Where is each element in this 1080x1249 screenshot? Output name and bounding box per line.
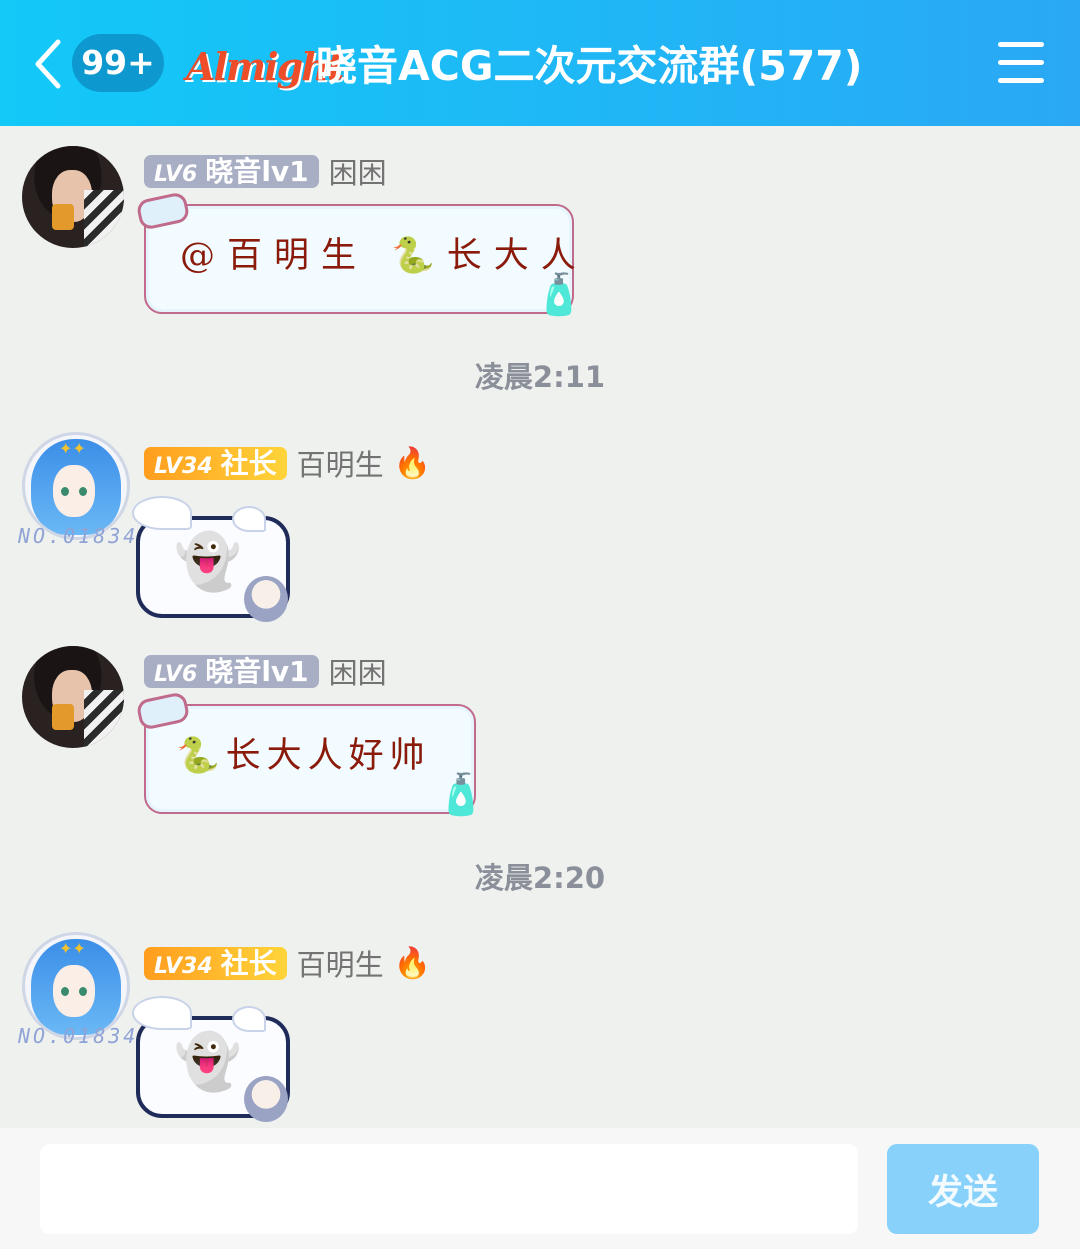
bath-decoration-icon: 🧴 bbox=[436, 772, 486, 818]
menu-icon[interactable] bbox=[998, 42, 1044, 84]
group-logo: Almight bbox=[186, 44, 344, 89]
sender-meta: LV34 社长 百明生 🔥 bbox=[144, 942, 431, 982]
ghost-emoji: 👻 bbox=[174, 530, 242, 593]
sender-nickname[interactable]: 百明生 bbox=[297, 442, 384, 484]
avatar-frame-number: NO.01834 bbox=[18, 524, 139, 548]
level-badge: LV6 晓音lv1 bbox=[144, 654, 319, 688]
wing-decoration bbox=[232, 506, 266, 532]
bath-decoration-icon: 🧴 bbox=[534, 272, 584, 318]
message-bubble[interactable]: 👻 bbox=[132, 496, 290, 622]
level-badge: LV34 社长 bbox=[144, 946, 287, 980]
send-button[interactable]: 发送 bbox=[887, 1144, 1039, 1234]
sender-meta: LV6 晓音lv1 困困 bbox=[144, 150, 387, 190]
sender-meta: LV34 社长 百明生 🔥 bbox=[144, 442, 431, 482]
chat-header: 99+ Almight 晓音ACG二次元交流群(577) bbox=[0, 0, 1080, 126]
sender-nickname[interactable]: 百明生 bbox=[297, 942, 384, 984]
group-title: 晓音ACG二次元交流群(577) bbox=[316, 42, 863, 90]
timestamp: 凌晨2:11 bbox=[474, 360, 606, 394]
fire-icon: 🔥 bbox=[393, 445, 432, 481]
wing-decoration bbox=[232, 1006, 266, 1032]
message-bubble[interactable]: 🐍长大人好帅 🧴 bbox=[135, 691, 486, 818]
sender-meta: LV6 晓音lv1 困困 bbox=[144, 650, 387, 690]
timestamp: 凌晨2:20 bbox=[474, 861, 606, 895]
back-arrow-icon[interactable] bbox=[28, 36, 68, 92]
message-input[interactable] bbox=[40, 1144, 858, 1234]
fire-icon: 🔥 bbox=[393, 945, 432, 981]
avatar[interactable] bbox=[22, 146, 124, 248]
sender-nickname[interactable]: 困困 bbox=[329, 150, 387, 192]
wing-decoration bbox=[132, 996, 192, 1030]
message-bubble[interactable]: 👻 bbox=[132, 996, 290, 1122]
avatar-frame-number: NO.01834 bbox=[18, 1024, 139, 1048]
input-bar: 发送 bbox=[0, 1128, 1080, 1249]
sender-nickname[interactable]: 困困 bbox=[329, 650, 387, 692]
message-bubble[interactable]: @百明生 🐍长大人 🧴 bbox=[135, 191, 584, 318]
sparkle-icon: ✦✦ bbox=[59, 939, 86, 958]
message-text: @百明生 🐍长大人 bbox=[180, 236, 588, 276]
message-text: 🐍长大人好帅 bbox=[176, 736, 431, 776]
unread-count-badge[interactable]: 99+ bbox=[72, 34, 164, 92]
ghost-emoji: 👻 bbox=[174, 1030, 242, 1093]
level-badge: LV6 晓音lv1 bbox=[144, 154, 319, 188]
level-badge: LV34 社长 bbox=[144, 446, 287, 480]
wing-decoration bbox=[132, 496, 192, 530]
sparkle-icon: ✦✦ bbox=[59, 439, 86, 458]
avatar[interactable] bbox=[22, 646, 124, 748]
chibi-decoration bbox=[244, 1076, 288, 1122]
chibi-decoration bbox=[244, 576, 288, 622]
